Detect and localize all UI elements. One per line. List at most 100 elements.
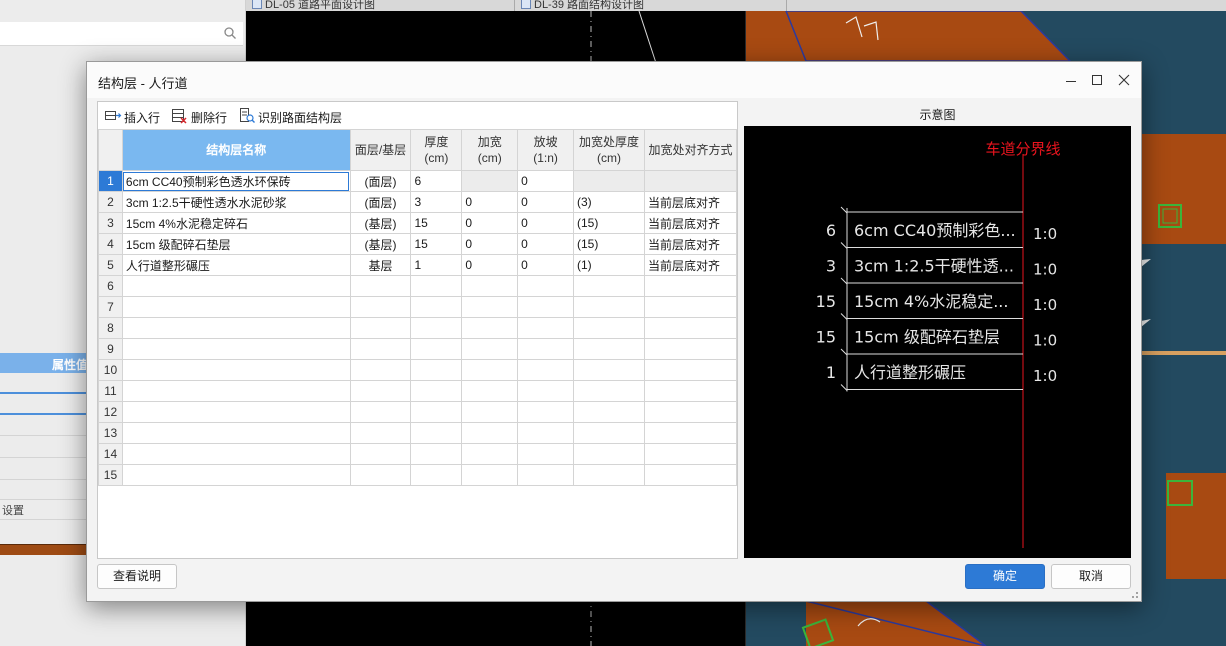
row-number[interactable]: 5 (98, 254, 123, 276)
name-cell[interactable]: 6cm CC40预制彩色透水环保砖 (121, 170, 351, 192)
type-cell[interactable] (349, 275, 412, 297)
table-row[interactable]: 3 15cm 4%水泥稳定碎石 (基层) 15 0 0 (15) 当前层底对齐 (98, 212, 738, 234)
table-row[interactable]: 12 (98, 401, 738, 423)
column-header-slope[interactable]: 放坡 (1:n) (517, 129, 574, 171)
name-cell[interactable] (121, 422, 351, 444)
row-number[interactable]: 10 (98, 359, 123, 381)
slope-cell[interactable] (517, 317, 574, 339)
align-cell[interactable]: 当前层底对齐 (643, 212, 738, 234)
align-cell[interactable]: 当前层底对齐 (643, 254, 738, 276)
thickness-cell[interactable] (410, 317, 463, 339)
align-cell[interactable]: 当前层底对齐 (643, 233, 738, 255)
minimize-button[interactable] (1057, 62, 1085, 98)
ok-button[interactable]: 确定 (965, 564, 1045, 589)
widen-cell[interactable] (461, 464, 519, 486)
widen-cell[interactable] (461, 359, 519, 381)
widen-cell[interactable] (461, 170, 519, 192)
type-cell[interactable] (349, 401, 412, 423)
row-number[interactable]: 8 (98, 317, 123, 339)
type-cell[interactable] (349, 317, 412, 339)
widen-cell[interactable] (461, 422, 519, 444)
name-cell[interactable] (121, 296, 351, 318)
widen-thickness-cell[interactable] (572, 359, 645, 381)
widen-cell[interactable] (461, 401, 519, 423)
type-cell[interactable]: (基层) (349, 233, 412, 255)
align-cell[interactable] (643, 338, 738, 360)
type-cell[interactable]: 基层 (349, 254, 412, 276)
type-cell[interactable] (349, 380, 412, 402)
widen-cell[interactable] (461, 338, 519, 360)
resize-grip-icon[interactable] (1129, 589, 1139, 599)
align-cell[interactable] (643, 317, 738, 339)
type-cell[interactable] (349, 464, 412, 486)
table-row[interactable]: 11 (98, 380, 738, 402)
widen-thickness-cell[interactable]: (3) (572, 191, 645, 213)
insert-row-button[interactable]: 插入行 (104, 107, 164, 125)
drawing-tab[interactable]: DL-05 道路平面设计图 (252, 0, 375, 11)
column-header-widen-thickness[interactable]: 加宽处厚度 (cm) (572, 129, 645, 171)
name-cell[interactable] (121, 338, 351, 360)
table-row[interactable]: 1 6cm CC40预制彩色透水环保砖 (面层) 6 0 (98, 170, 738, 192)
table-row[interactable]: 13 (98, 422, 738, 444)
type-cell[interactable]: (基层) (349, 212, 412, 234)
name-cell[interactable] (121, 317, 351, 339)
thickness-cell[interactable] (410, 464, 463, 486)
name-cell[interactable]: 3cm 1:2.5干硬性透水水泥砂浆 (121, 191, 351, 213)
widen-cell[interactable] (461, 317, 519, 339)
widen-cell[interactable]: 0 (461, 233, 519, 255)
type-cell[interactable] (349, 338, 412, 360)
widen-thickness-cell[interactable]: (15) (572, 233, 645, 255)
type-cell[interactable] (349, 422, 412, 444)
thickness-cell[interactable]: 6 (410, 170, 463, 192)
widen-thickness-cell[interactable]: (15) (572, 212, 645, 234)
align-cell[interactable] (643, 443, 738, 465)
slope-cell[interactable] (517, 296, 574, 318)
thickness-cell[interactable] (410, 422, 463, 444)
name-cell[interactable] (121, 380, 351, 402)
table-row[interactable]: 5 人行道整形碾压 基层 1 0 0 (1) 当前层底对齐 (98, 254, 738, 276)
name-cell[interactable] (121, 464, 351, 486)
row-number[interactable]: 15 (98, 464, 123, 486)
view-help-button[interactable]: 查看说明 (97, 564, 177, 589)
column-header-align[interactable]: 加宽处对齐方式 (643, 129, 738, 171)
thickness-cell[interactable]: 15 (410, 233, 463, 255)
thickness-cell[interactable]: 1 (410, 254, 463, 276)
slope-cell[interactable]: 0 (517, 191, 574, 213)
type-cell[interactable]: (面层) (349, 191, 412, 213)
row-number[interactable]: 7 (98, 296, 123, 318)
drawing-tab[interactable]: DL-39 路面结构设计图 (521, 0, 644, 11)
widen-thickness-cell[interactable]: (1) (572, 254, 645, 276)
slope-cell[interactable]: 0 (517, 170, 574, 192)
name-cell[interactable]: 人行道整形碾压 (121, 254, 351, 276)
slope-cell[interactable] (517, 401, 574, 423)
align-cell[interactable] (643, 464, 738, 486)
thickness-cell[interactable] (410, 338, 463, 360)
column-header-thickness[interactable]: 厚度 (cm) (410, 129, 463, 171)
table-row[interactable]: 4 15cm 级配碎石垫层 (基层) 15 0 0 (15) 当前层底对齐 (98, 233, 738, 255)
row-number[interactable]: 11 (98, 380, 123, 402)
delete-row-button[interactable]: 删除行 (171, 107, 231, 125)
table-row[interactable]: 8 (98, 317, 738, 339)
column-header-widen[interactable]: 加宽 (cm) (461, 129, 519, 171)
table-row[interactable]: 2 3cm 1:2.5干硬性透水水泥砂浆 (面层) 3 0 0 (3) 当前层底对齐 (98, 191, 738, 213)
widen-thickness-cell[interactable] (572, 317, 645, 339)
identify-structure-button[interactable]: 识别路面结构层 (238, 107, 348, 125)
widen-thickness-cell[interactable] (572, 170, 645, 192)
maximize-button[interactable] (1083, 62, 1111, 98)
close-button[interactable] (1110, 62, 1138, 98)
name-cell[interactable]: 15cm 级配碎石垫层 (121, 233, 351, 255)
type-cell[interactable]: (面层) (349, 170, 412, 192)
align-cell[interactable] (643, 359, 738, 381)
name-cell[interactable] (121, 359, 351, 381)
table-row[interactable]: 10 (98, 359, 738, 381)
name-cell[interactable] (121, 275, 351, 297)
widen-thickness-cell[interactable] (572, 338, 645, 360)
row-number[interactable]: 1 (98, 170, 123, 192)
row-number[interactable]: 6 (98, 275, 123, 297)
row-number[interactable]: 13 (98, 422, 123, 444)
thickness-cell[interactable]: 15 (410, 212, 463, 234)
thickness-cell[interactable] (410, 380, 463, 402)
table-row[interactable]: 14 (98, 443, 738, 465)
widen-thickness-cell[interactable] (572, 464, 645, 486)
thickness-cell[interactable] (410, 443, 463, 465)
